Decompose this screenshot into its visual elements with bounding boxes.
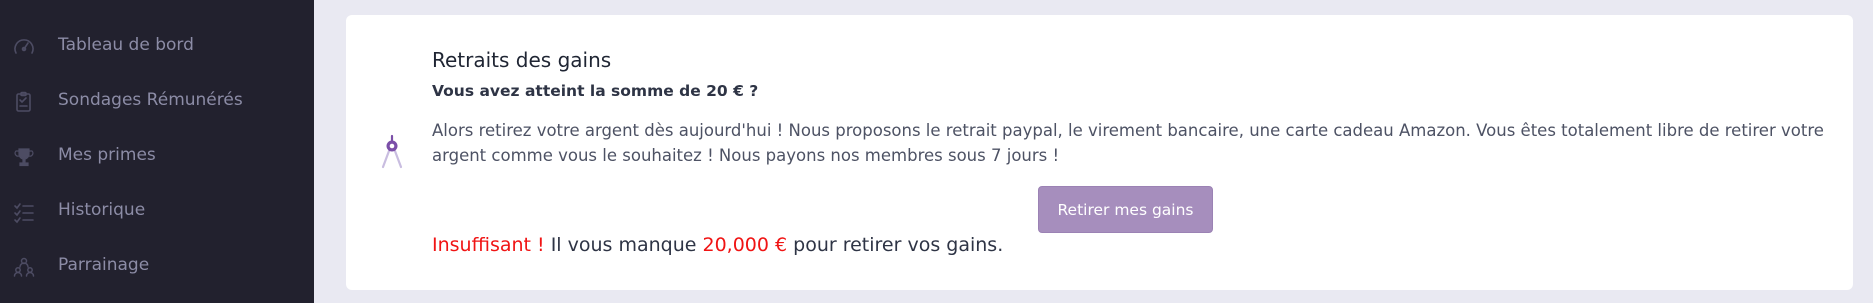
sidebar-item-label: Mes primes — [58, 145, 156, 165]
sidebar-item-paid-surveys[interactable]: Sondages Rémunérés — [0, 80, 314, 120]
dashboard-gauge-icon — [12, 35, 36, 59]
sidebar-item-dashboard[interactable]: Tableau de bord — [0, 25, 314, 65]
sidebar-item-label: Tableau de bord — [58, 35, 194, 55]
withdrawal-card: Retraits des gains Vous avez atteint la … — [346, 15, 1853, 290]
missing-amount: 20,000 € — [702, 234, 788, 256]
sidebar-item-referral[interactable]: Parrainage — [0, 245, 314, 285]
sidebar-item-label: Historique — [58, 200, 146, 220]
status-text-before: Il vous manque — [544, 234, 703, 256]
insufficient-warning: Insuffisant ! — [432, 234, 545, 256]
clipboard-survey-icon — [12, 90, 36, 114]
status-text-after: pour retirer vos gains. — [787, 234, 1004, 256]
compass-icon — [377, 133, 407, 173]
balance-status-message: Insuffisant ! Il vous manque 20,000 € po… — [432, 234, 1003, 256]
card-title: Retraits des gains — [432, 48, 612, 72]
trophy-icon — [12, 145, 36, 169]
withdraw-earnings-button[interactable]: Retirer mes gains — [1038, 186, 1213, 233]
card-description: Alors retirez votre argent dès aujourd'h… — [432, 121, 1824, 165]
referral-people-icon — [12, 255, 36, 279]
sidebar-item-label: Sondages Rémunérés — [58, 90, 243, 110]
sidebar-item-history[interactable]: Historique — [0, 190, 314, 230]
checklist-history-icon — [12, 200, 36, 224]
sidebar-item-rewards[interactable]: Mes primes — [0, 135, 314, 175]
sidebar: Tableau de bord Sondages Rémunérés Mes p… — [0, 0, 314, 303]
card-subtitle: Vous avez atteint la somme de 20 € ? — [432, 82, 759, 100]
sidebar-item-label: Parrainage — [58, 255, 150, 275]
